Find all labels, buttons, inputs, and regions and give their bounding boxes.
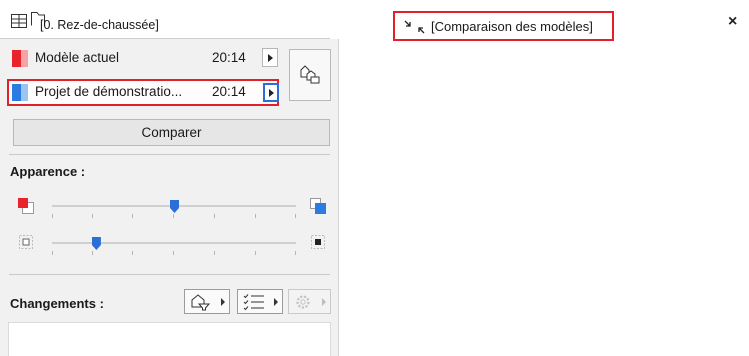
- settings-gear-icon: [296, 295, 310, 309]
- red-overlay-icon: [18, 198, 34, 214]
- tab-label: [Comparaison des modèles]: [431, 19, 593, 34]
- compare-palette: Modèle actuel 20:14 Projet de démonstrat…: [0, 39, 339, 356]
- model-time: 20:14: [212, 50, 246, 65]
- red-model-swatch-icon: [12, 50, 28, 67]
- tab-comparaison[interactable]: [Comparaison des modèles]: [393, 11, 614, 41]
- color-blend-slider[interactable]: [52, 200, 296, 218]
- model-name: Projet de démonstratio...: [35, 84, 183, 99]
- settings-button[interactable]: [288, 289, 331, 314]
- floor-label: [0. Rez-de-chaussée]: [40, 18, 159, 32]
- transparent-square-icon: [19, 235, 33, 249]
- swap-models-icon: [300, 65, 320, 84]
- divider: [9, 154, 330, 155]
- compare-button[interactable]: Comparer: [13, 119, 330, 146]
- list-changes-button[interactable]: [237, 289, 283, 314]
- model-menu-button[interactable]: [262, 48, 278, 67]
- model-row-demo[interactable]: Projet de démonstratio... 20:14: [7, 79, 279, 106]
- slider-thumb[interactable]: [170, 200, 179, 213]
- blue-overlay-icon: [310, 198, 326, 214]
- filter-changes-button[interactable]: [184, 289, 230, 314]
- swap-models-button[interactable]: [289, 49, 331, 101]
- solid-square-icon: [311, 235, 325, 249]
- appearance-title: Apparence :: [10, 164, 86, 179]
- grid-layout-icon[interactable]: [11, 14, 27, 28]
- checklist-icon: [243, 294, 264, 311]
- filter-shapes-icon: [191, 294, 211, 311]
- blue-model-swatch-icon: [12, 84, 28, 101]
- changes-list[interactable]: [8, 322, 331, 356]
- divider: [9, 274, 330, 275]
- model-row-current[interactable]: Modèle actuel 20:14: [7, 45, 279, 72]
- slider-thumb[interactable]: [91, 237, 101, 250]
- model-name: Modèle actuel: [35, 50, 120, 65]
- changes-title: Changements :: [10, 296, 104, 311]
- compare-arrows-icon: [404, 20, 425, 34]
- close-icon[interactable]: ×: [728, 14, 737, 30]
- opacity-slider[interactable]: [52, 237, 296, 255]
- model-menu-button[interactable]: [263, 83, 279, 102]
- model-time: 20:14: [212, 84, 246, 99]
- top-bar: [0. Rez-de-chaussée] [Comparaison des mo…: [0, 0, 749, 41]
